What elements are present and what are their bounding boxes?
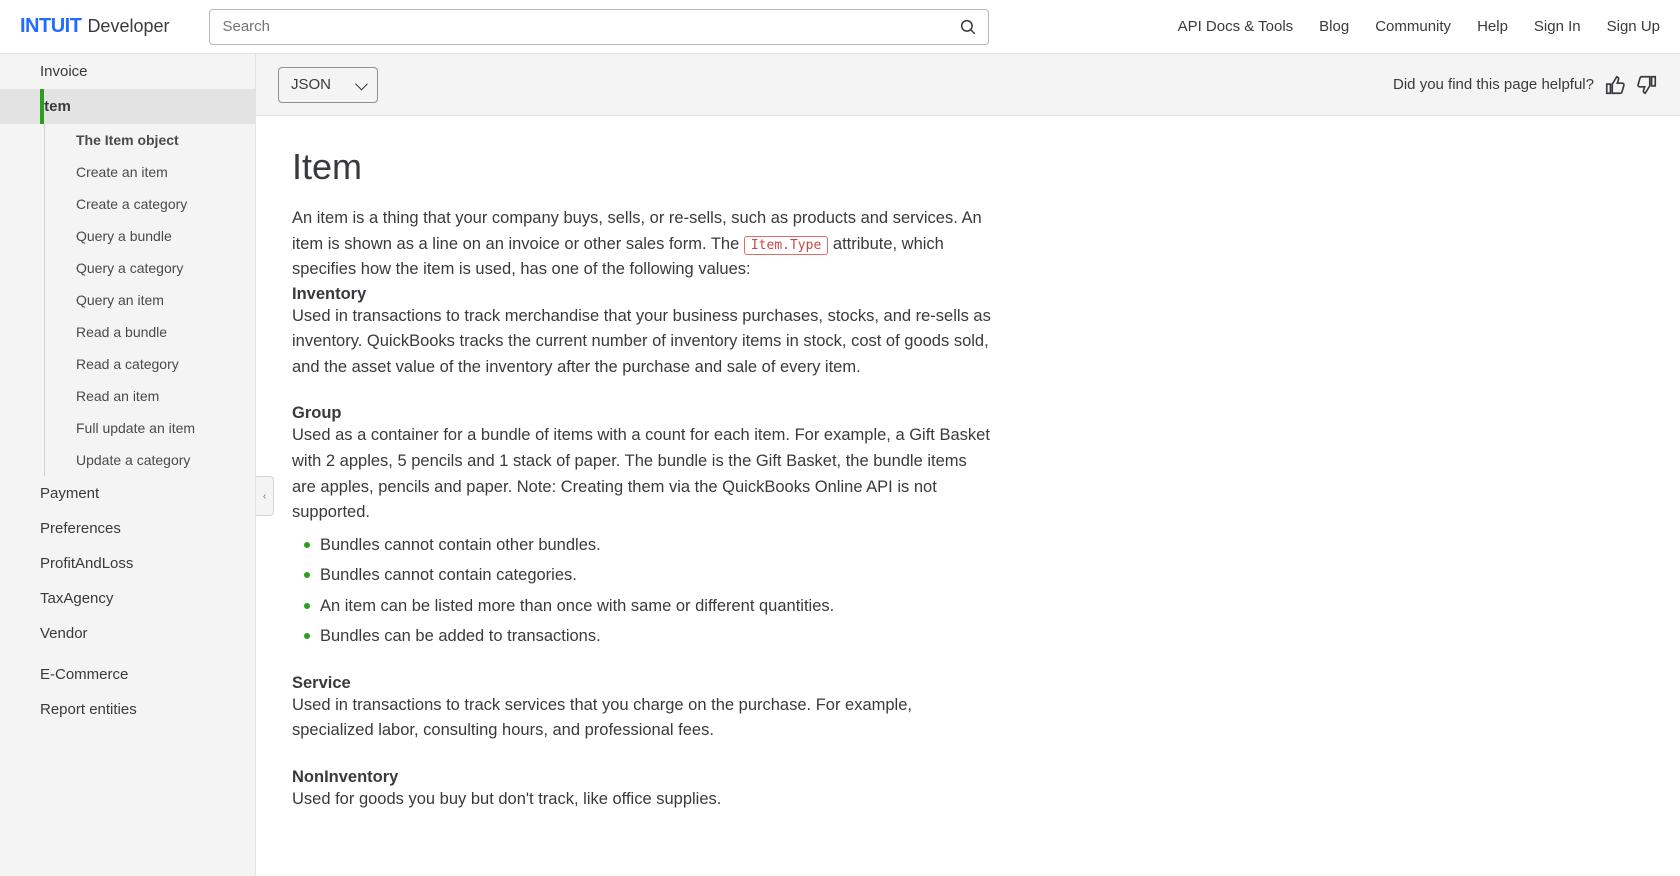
intro-paragraph: An item is a thing that your company buy… (292, 206, 992, 283)
sidebar-item-taxagency[interactable]: TaxAgency (0, 581, 255, 616)
body-service: Used in transactions to track services t… (292, 693, 992, 744)
sidebar-item-vendor[interactable]: Vendor (0, 616, 255, 651)
feedback: Did you find this page helpful? (1393, 74, 1658, 96)
feedback-text: Did you find this page helpful? (1393, 76, 1594, 93)
nav-sign-in[interactable]: Sign In (1534, 18, 1581, 35)
format-select[interactable]: JSON (278, 67, 378, 103)
sidebar-section-report-entities[interactable]: Report entities (0, 692, 255, 727)
bullet-item: Bundles can be added to transactions. (292, 621, 992, 652)
sidebar-sub-update-category[interactable]: Update a category (0, 444, 255, 476)
search-icon[interactable] (959, 18, 977, 36)
sidebar-sub-query-bundle[interactable]: Query a bundle (0, 220, 255, 252)
sidebar-item-profitandloss[interactable]: ProfitAndLoss (0, 546, 255, 581)
sidebar-item-invoice[interactable]: Invoice (0, 54, 255, 89)
sidebar-sub-read-item[interactable]: Read an item (0, 380, 255, 412)
nav-sign-up[interactable]: Sign Up (1607, 18, 1660, 35)
nav-api-docs[interactable]: API Docs & Tools (1178, 18, 1294, 35)
sidebar-sub-create-item[interactable]: Create an item (0, 156, 255, 188)
search-wrap (209, 9, 989, 45)
logo-brand: INTUIT (20, 15, 81, 38)
bullet-item: An item can be listed more than once wit… (292, 591, 992, 622)
sidebar-sub-read-bundle[interactable]: Read a bundle (0, 316, 255, 348)
header-bar: INTUIT Developer API Docs & Tools Blog C… (0, 0, 1680, 54)
thumbs-up-icon[interactable] (1604, 74, 1626, 96)
sidebar-sub-query-item[interactable]: Query an item (0, 284, 255, 316)
body-group: Used as a container for a bundle of item… (292, 423, 992, 525)
logo-sub: Developer (87, 16, 169, 37)
nav-blog[interactable]: Blog (1319, 18, 1349, 35)
sidebar-sub-create-category[interactable]: Create a category (0, 188, 255, 220)
thumbs-down-icon[interactable] (1636, 74, 1658, 96)
logo[interactable]: INTUIT Developer (20, 15, 169, 38)
nav-community[interactable]: Community (1375, 18, 1451, 35)
content: ‹ Item An item is a thing that your comp… (256, 116, 1680, 876)
bullet-item: Bundles cannot contain other bundles. (292, 530, 992, 561)
body-noninventory: Used for goods you buy but don't track, … (292, 787, 992, 813)
sidebar-sub-query-category[interactable]: Query a category (0, 252, 255, 284)
sidebar-collapse-toggle[interactable]: ‹ (256, 476, 274, 516)
heading-noninventory: NonInventory (292, 768, 1644, 787)
sidebar-item-preferences[interactable]: Preferences (0, 511, 255, 546)
sidebar-item-payment[interactable]: Payment (0, 476, 255, 511)
heading-service: Service (292, 674, 1644, 693)
bullet-item: Bundles cannot contain categories. (292, 560, 992, 591)
nav-help[interactable]: Help (1477, 18, 1508, 35)
sidebar-item-item[interactable]: Item (0, 89, 255, 124)
sidebar: Invoice Item The Item object Create an i… (0, 54, 256, 876)
heading-inventory: Inventory (292, 285, 1644, 304)
sidebar-sub-read-category[interactable]: Read a category (0, 348, 255, 380)
heading-group: Group (292, 404, 1644, 423)
toolbar: JSON Did you find this page helpful? (256, 54, 1680, 116)
chevron-left-icon: ‹ (263, 491, 266, 502)
page-title: Item (292, 146, 1644, 188)
top-nav: API Docs & Tools Blog Community Help Sig… (1178, 18, 1660, 35)
group-bullets: Bundles cannot contain other bundles. Bu… (292, 530, 992, 652)
sidebar-sub-full-update-item[interactable]: Full update an item (0, 412, 255, 444)
sidebar-sub-item-object[interactable]: The Item object (0, 124, 255, 156)
inline-code-item-type: Item.Type (744, 236, 828, 255)
search-input[interactable] (209, 9, 989, 45)
sidebar-section-ecommerce[interactable]: E-Commerce (0, 657, 255, 692)
body-inventory: Used in transactions to track merchandis… (292, 304, 992, 381)
